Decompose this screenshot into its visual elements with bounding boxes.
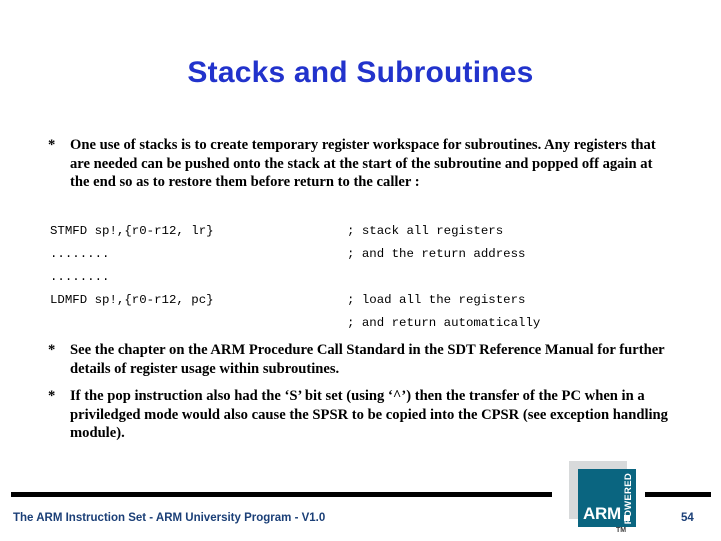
code-instruction: ........: [50, 270, 110, 284]
logo-dot-icon: [624, 515, 630, 521]
footer-divider-left: [11, 492, 552, 497]
footer-label: The ARM Instruction Set - ARM University…: [13, 512, 326, 524]
arm-powered-logo: POWERED ARM TM: [569, 461, 645, 534]
code-comment: ; load all the registers: [347, 293, 526, 307]
page-title: Stacks and Subroutines: [187, 56, 534, 89]
code-line: ; and return automatically: [50, 315, 670, 338]
code-line: LDMFD sp!,{r0-r12, pc} ; load all the re…: [50, 292, 670, 315]
bullet-marker-icon: *: [48, 137, 56, 153]
logo-square: POWERED ARM: [578, 469, 636, 527]
bullet-text-2: See the chapter on the ARM Procedure Cal…: [70, 342, 665, 377]
bullet-item-3: * If the pop instruction also had the ‘S…: [48, 387, 680, 443]
bullet-item-2: * See the chapter on the ARM Procedure C…: [48, 341, 684, 378]
bullet-marker-icon: *: [48, 342, 56, 358]
bullet-text-1: One use of stacks is to create temporary…: [70, 137, 656, 191]
bullet-marker-icon: *: [48, 388, 56, 404]
code-line: ........: [50, 269, 670, 292]
code-instruction: STMFD sp!,{r0-r12, lr}: [50, 224, 214, 238]
bullet-item-1: * One use of stacks is to create tempora…: [48, 136, 664, 192]
bullet-text-3: If the pop instruction also had the ‘S’ …: [70, 388, 668, 442]
code-instruction: ........: [50, 247, 110, 261]
footer-divider-right: [645, 492, 711, 497]
page-number: 54: [681, 512, 694, 524]
code-comment: ; and the return address: [347, 247, 526, 261]
code-line: ........ ; and the return address: [50, 246, 670, 269]
code-instruction: LDMFD sp!,{r0-r12, pc}: [50, 293, 214, 307]
code-block: STMFD sp!,{r0-r12, lr} ; stack all regis…: [50, 223, 670, 338]
logo-trademark: TM: [616, 527, 627, 534]
code-line: STMFD sp!,{r0-r12, lr} ; stack all regis…: [50, 223, 670, 246]
logo-wordmark: ARM: [583, 504, 621, 523]
slide-canvas: Stacks and Subroutines * One use of stac…: [0, 0, 721, 541]
code-comment: ; stack all registers: [347, 224, 504, 238]
code-comment: ; and return automatically: [347, 316, 541, 330]
